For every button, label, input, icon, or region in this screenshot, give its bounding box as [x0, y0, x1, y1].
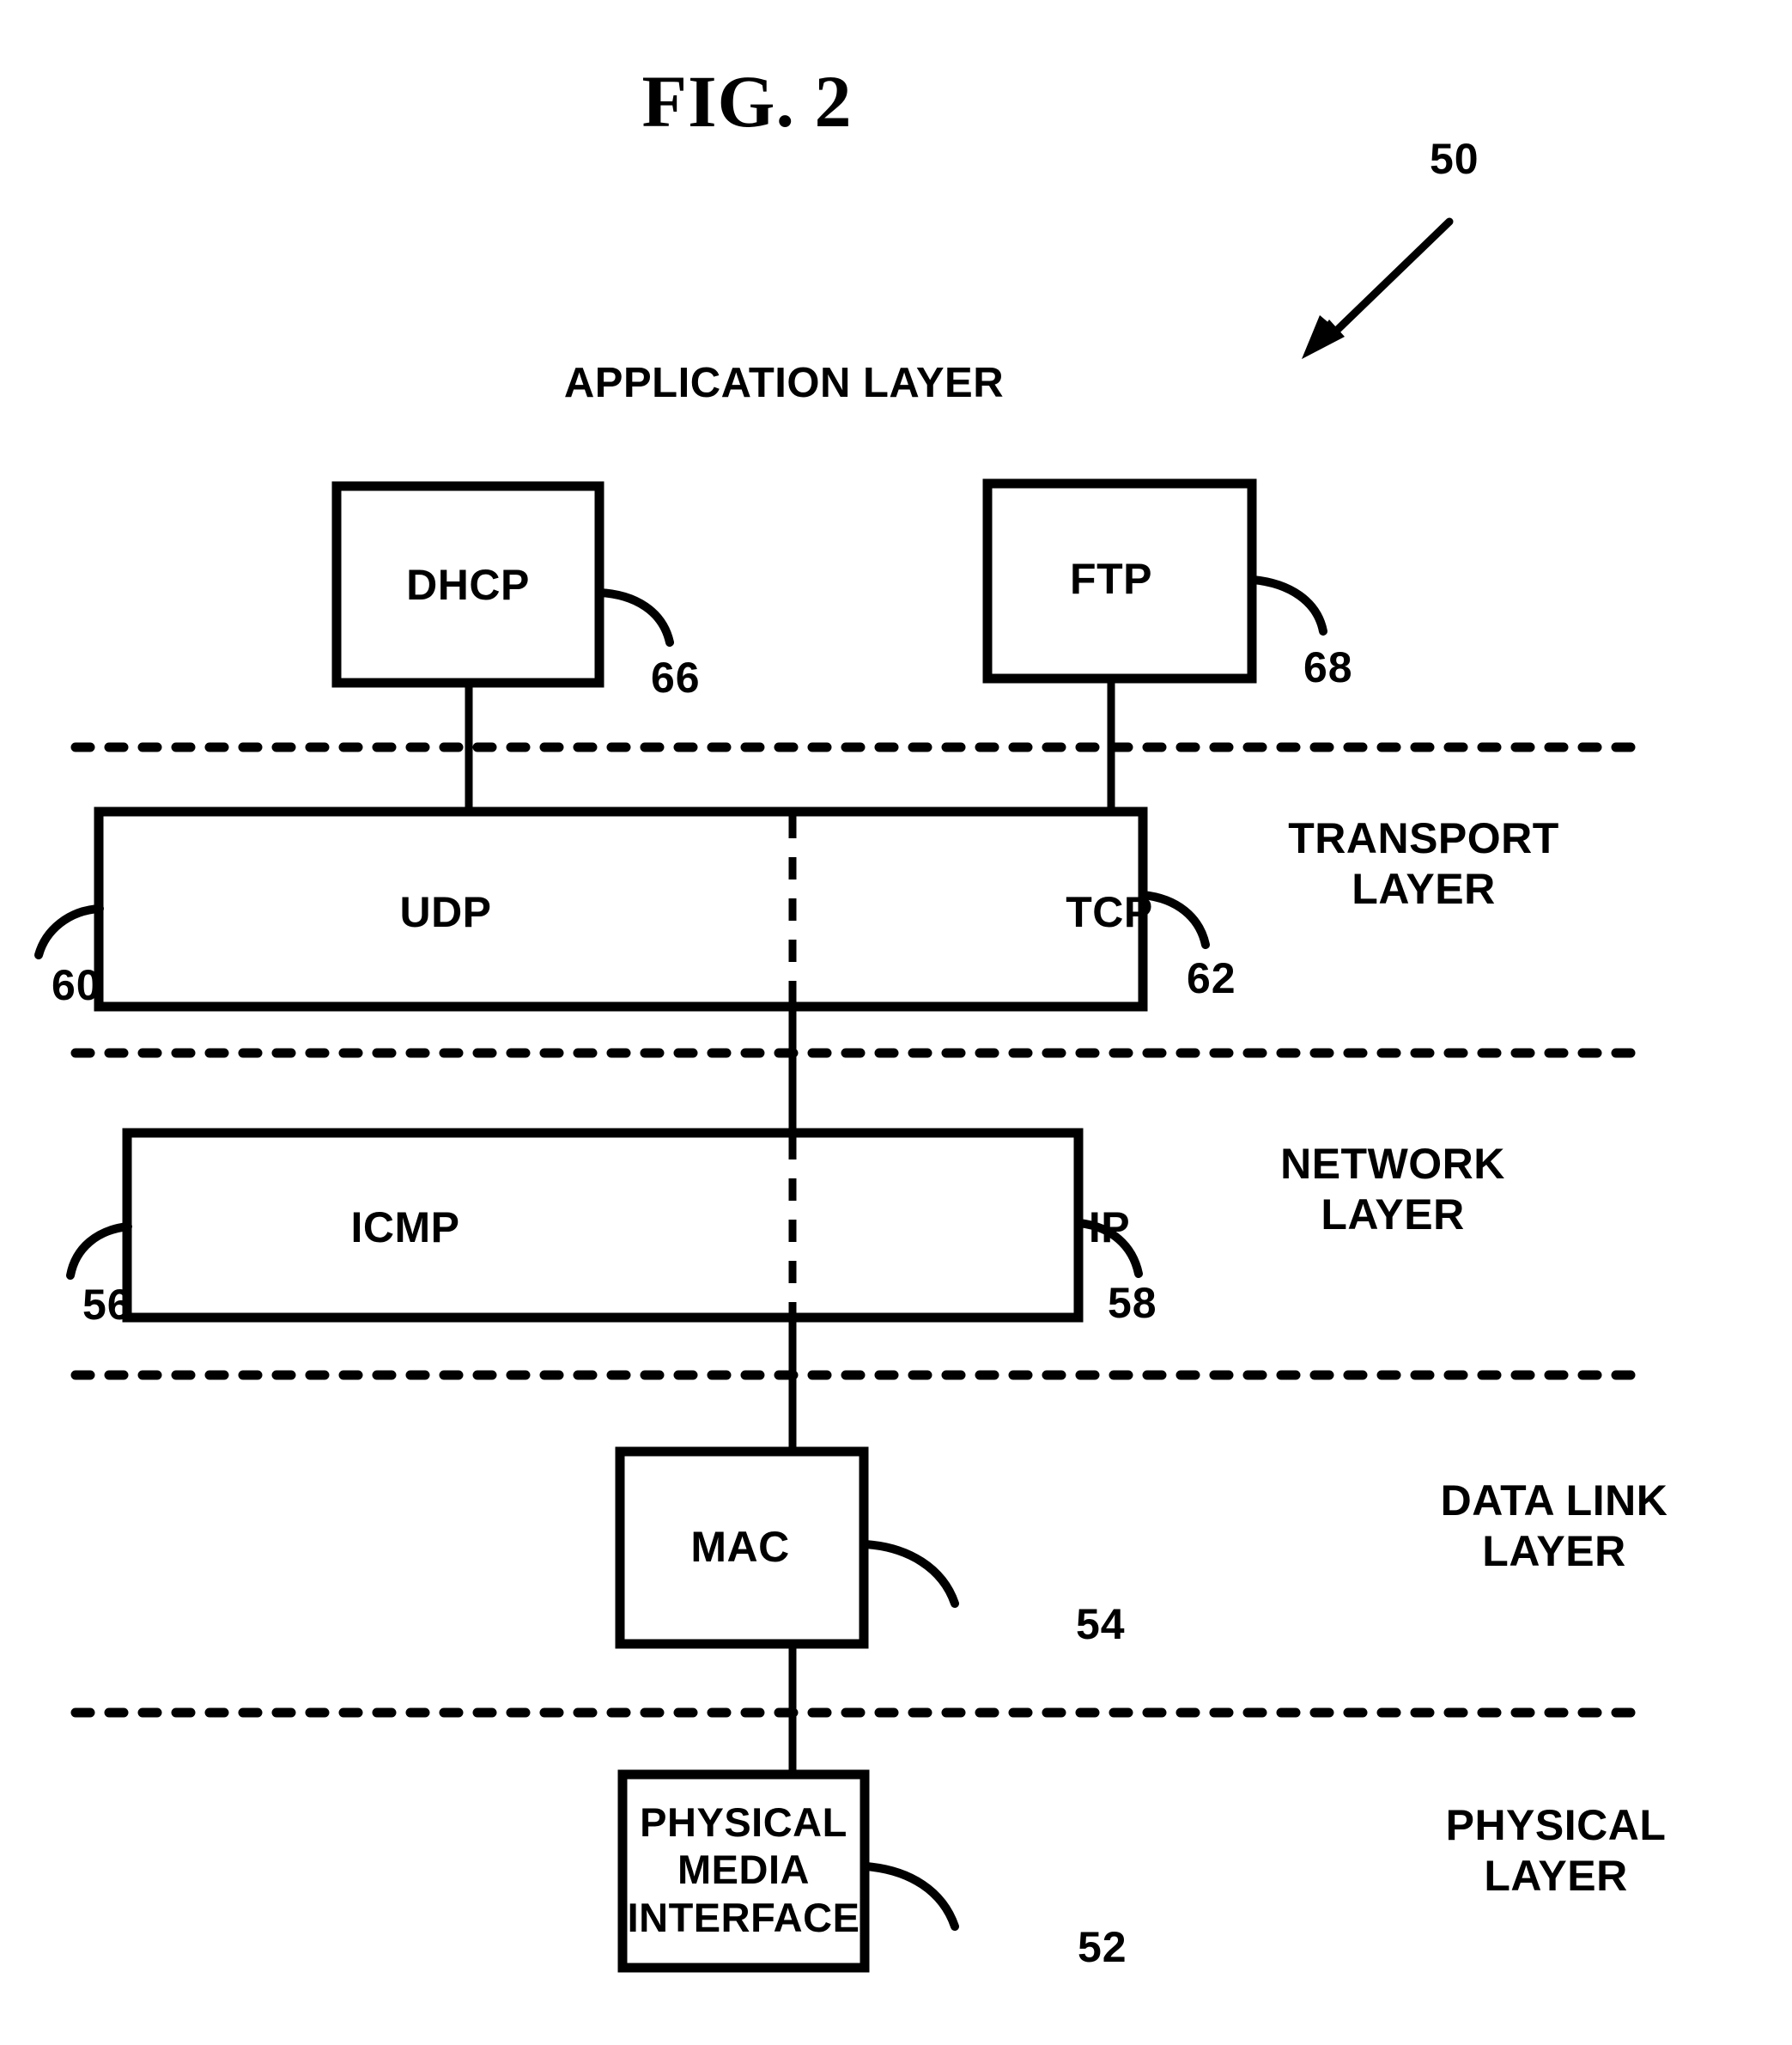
transport-layer-side-label-line2: LAYER	[1352, 865, 1496, 913]
system-reference-number: 50	[1430, 135, 1479, 183]
network-layer-side-label-line2: LAYER	[1321, 1190, 1465, 1239]
udp-reference-number: 60	[52, 961, 101, 1009]
icmp-label: ICMP	[350, 1203, 460, 1251]
leader-60	[34, 904, 104, 959]
network-layer-side-label: NETWORK LAYER	[1280, 1139, 1505, 1240]
ftp-label: FTP	[1070, 555, 1152, 603]
tcp-label: TCP	[1066, 888, 1153, 936]
mac-reference-number: 54	[1076, 1600, 1126, 1648]
diagram-vector-layer	[34, 217, 1654, 1973]
physical-layer-side-label-line2: LAYER	[1484, 1852, 1628, 1900]
ip-label: IP	[1088, 1203, 1131, 1251]
datalink-layer-side-label: DATA LINK LAYER	[1441, 1476, 1668, 1577]
patent-figure-page: FIG. 2 50 APPLICATION LAYER DHCP 66 FTP …	[0, 0, 1792, 2045]
dhcp-reference-number: 66	[651, 654, 701, 702]
transport-layer-side-label: TRANSPORT LAYER	[1288, 813, 1559, 915]
transport-layer-side-label-line1: TRANSPORT	[1288, 814, 1559, 862]
mac-label: MAC	[690, 1523, 790, 1571]
pmi-label-line1: PHYSICAL	[640, 1799, 847, 1845]
pmi-label-line3: INTERFACE	[627, 1894, 860, 1940]
ip-reference-number: 58	[1108, 1279, 1157, 1327]
pmi-label-line2: MEDIA	[677, 1847, 810, 1893]
figure-title: FIG. 2	[641, 60, 853, 143]
physical-media-interface-label: PHYSICAL MEDIA INTERFACE	[628, 1799, 860, 1941]
network-layer-box[interactable]	[122, 1128, 1084, 1323]
ftp-reference-number: 68	[1303, 643, 1353, 691]
network-layer-side-label-line1: NETWORK	[1280, 1140, 1505, 1188]
leader-56	[66, 1222, 132, 1280]
udp-label: UDP	[399, 888, 492, 936]
icmp-reference-number: 56	[82, 1281, 132, 1329]
leader-68	[1248, 575, 1327, 636]
application-layer-heading: APPLICATION LAYER	[563, 360, 1005, 406]
pmi-reference-number: 52	[1078, 1923, 1127, 1971]
transport-layer-box[interactable]	[94, 806, 1148, 1012]
tcp-reference-number: 62	[1187, 954, 1236, 1002]
datalink-layer-side-label-line1: DATA LINK	[1440, 1476, 1668, 1525]
leader-66	[595, 588, 674, 647]
leader-54	[860, 1540, 959, 1608]
system-reference-arrow	[1302, 217, 1454, 359]
datalink-layer-side-label-line2: LAYER	[1482, 1527, 1626, 1575]
leader-52	[861, 1862, 959, 1931]
dhcp-label: DHCP	[406, 561, 530, 609]
physical-layer-side-label-line1: PHYSICAL	[1445, 1801, 1667, 1849]
physical-layer-side-label: PHYSICAL LAYER	[1446, 1800, 1667, 1902]
